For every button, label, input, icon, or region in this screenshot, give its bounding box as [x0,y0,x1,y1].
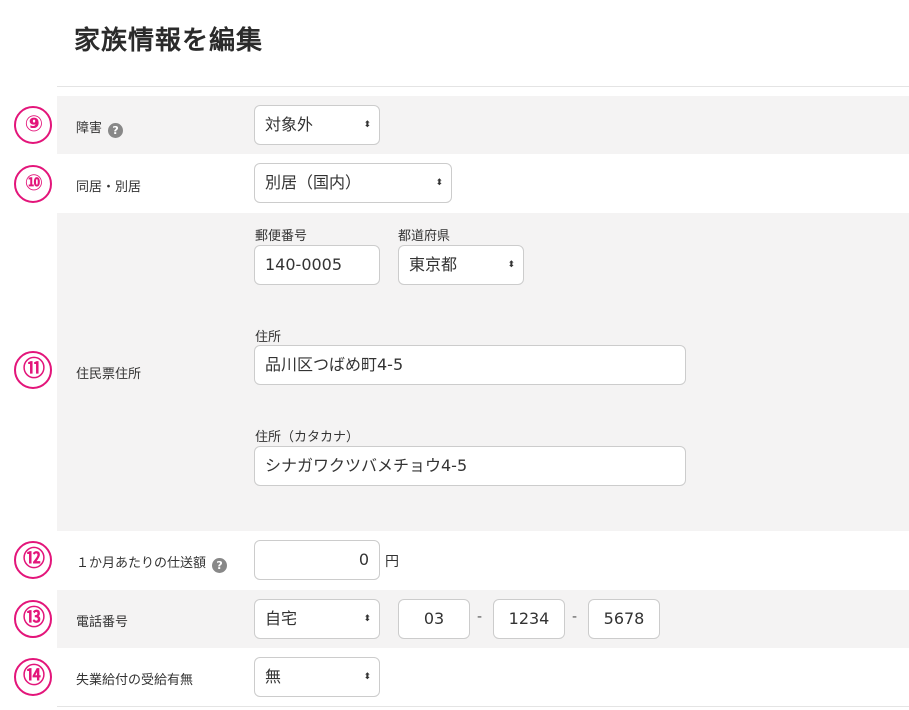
updown-arrow-icon: ⬍ [363,672,371,682]
row-number-12: ⑫ [14,541,52,579]
help-icon[interactable]: ? [212,558,228,573]
yen-unit: 円 [385,554,399,570]
row-disability [57,96,909,154]
postal-code-input[interactable]: 140-0005 [254,245,380,285]
prefecture-label: 都道府県 [398,229,451,244]
unemployment-select[interactable]: 無 ⬍ [254,657,380,697]
address-label: 住民票住所 [76,367,142,382]
updown-arrow-icon: ⬍ [363,614,371,624]
row-phone [57,590,909,648]
row-number-11: ⑪ [14,351,52,389]
row-number-13: ⑬ [14,600,52,638]
row-number-9: ⑨ [14,106,52,144]
disability-select[interactable]: 対象外 ⬍ [254,105,380,145]
phone-part3-input[interactable]: 5678 [588,599,660,639]
allowance-input[interactable]: 0 [254,540,380,580]
updown-arrow-icon: ⬍ [435,178,443,188]
unemployment-label: 失業給付の受給有無 [76,673,194,688]
help-icon[interactable]: ? [108,123,124,138]
divider [57,706,909,707]
updown-arrow-icon: ⬍ [507,260,515,270]
divider [57,86,909,87]
street-address-label: 住所 [255,330,282,345]
phone-type-select[interactable]: 自宅 ⬍ [254,599,380,639]
allowance-label: １か月あたりの仕送額? [76,552,228,573]
address-kana-input[interactable]: シナガワクツバメチョウ4-5 [254,446,686,486]
row-number-10: ⑩ [14,165,52,203]
phone-label: 電話番号 [76,615,129,630]
cohabitation-label: 同居・別居 [76,180,142,195]
phone-part2-input[interactable]: 1234 [493,599,565,639]
postal-code-label: 郵便番号 [255,229,308,244]
phone-part1-input[interactable]: 03 [398,599,470,639]
street-address-input[interactable]: 品川区つばめ町4-5 [254,345,686,385]
updown-arrow-icon: ⬍ [363,120,371,130]
cohabitation-select[interactable]: 別居（国内） ⬍ [254,163,452,203]
disability-label: 障害? [76,117,124,138]
prefecture-select[interactable]: 東京都 ⬍ [398,245,524,285]
phone-separator: - [477,609,483,625]
phone-separator: - [572,609,578,625]
page-title: 家族情報を編集 [74,26,264,56]
address-kana-label: 住所（カタカナ） [255,430,360,445]
row-number-14: ⑭ [14,658,52,696]
